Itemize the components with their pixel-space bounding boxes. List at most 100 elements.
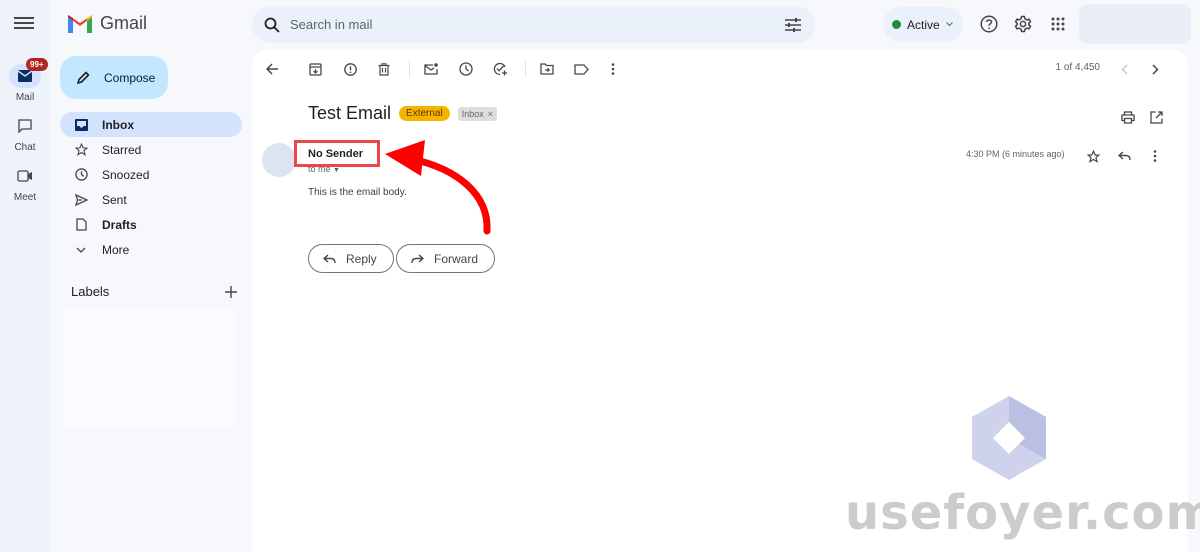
reply-button[interactable]: Reply [308,244,394,273]
folder-nav: Inbox Starred Snoozed Sent Drafts More [60,112,242,262]
sidebar: Gmail Compose Inbox Starred Snoozed Sent… [50,0,250,552]
star-icon [1086,149,1100,163]
sidebar-item-drafts[interactable]: Drafts [60,212,242,237]
unread-badge: 99+ [26,58,48,71]
draft-icon [75,218,87,231]
search-options-icon[interactable] [785,17,801,32]
star-icon [74,143,88,156]
rail-item-label: Chat [14,142,36,153]
gear-icon [1014,15,1032,33]
remove-label-icon[interactable]: × [488,109,493,119]
star-button[interactable] [1083,146,1103,166]
forward-button[interactable]: Forward [396,244,496,273]
compose-button[interactable]: Compose [60,56,168,99]
search-icon[interactable] [264,17,280,33]
app-name: Gmail [100,13,148,33]
forward-label: Forward [434,251,479,266]
watermark-logo [972,396,1046,480]
archive-icon [308,62,322,76]
reply-icon [1117,151,1131,161]
external-badge: External [399,106,450,121]
sidebar-item-label: Snoozed [102,167,150,182]
mark-unread-icon [424,63,438,75]
back-button[interactable] [260,57,284,81]
sidebar-item-more[interactable]: More [60,237,242,262]
email-subject-row: Test Email External Inbox × [308,103,498,124]
add-task-icon [493,62,507,76]
labels-header: Labels [71,284,237,299]
inbox-label-text: Inbox [461,108,484,119]
report-icon [343,62,357,76]
rail-item-chat[interactable]: Chat [0,114,50,153]
sidebar-item-label: Sent [102,192,127,207]
report-spam-button[interactable] [338,57,362,81]
sidebar-item-starred[interactable]: Starred [60,137,242,162]
chevron-left-icon [1121,64,1127,74]
clock-icon [74,168,88,181]
move-folder-icon [540,63,554,75]
rail-item-label: Mail [15,92,35,103]
sidebar-item-label: More [102,242,130,257]
labels-button[interactable] [569,57,593,81]
add-to-tasks-button[interactable] [488,57,512,81]
print-icon [1121,110,1135,124]
open-in-new-icon [1149,110,1163,124]
status-label: Active [907,17,940,32]
reply-icon [323,253,336,263]
more-vert-icon [1153,150,1157,162]
gmail-m-icon [68,14,92,33]
inbox-icon [74,118,88,131]
send-icon [74,193,88,206]
search-input[interactable] [290,17,785,32]
compose-label: Compose [104,70,156,85]
mail-icon [18,70,32,82]
recipient-text: to me [308,164,331,174]
rail-item-mail[interactable]: 99+ Mail [0,58,50,103]
email-subject: Test Email [308,103,392,123]
chevron-right-icon [1151,63,1159,75]
more-options-button[interactable] [601,57,625,81]
chevron-down-icon [76,247,86,253]
print-button[interactable] [1116,105,1140,129]
apps-button[interactable] [1048,14,1068,34]
annotation-arrow [385,140,491,235]
settings-button[interactable] [1013,14,1033,34]
inbox-label-chip[interactable]: Inbox × [457,106,498,121]
status-dot [892,20,901,29]
add-label-icon[interactable] [225,286,237,298]
open-new-window-button[interactable] [1144,105,1168,129]
app-rail: 99+ Mail Chat Meet [0,0,50,552]
delete-button[interactable] [372,57,396,81]
sidebar-item-sent[interactable]: Sent [60,187,242,212]
sender-avatar [262,143,296,177]
reply-icon-button[interactable] [1114,146,1134,166]
archive-button[interactable] [303,57,327,81]
search-bar [252,6,815,43]
clock-icon [459,62,473,76]
help-button[interactable] [979,14,999,34]
gmail-logo[interactable]: Gmail [68,13,147,34]
rail-item-label: Meet [13,192,37,203]
sidebar-item-snoozed[interactable]: Snoozed [60,162,242,187]
account-area[interactable] [1079,4,1191,44]
newer-button[interactable] [1112,57,1136,81]
chevron-down-icon [945,22,953,27]
message-more-button[interactable] [1145,146,1165,166]
snooze-button[interactable] [454,57,478,81]
main-menu-button[interactable] [14,14,34,34]
older-button[interactable] [1143,57,1167,81]
arrow-left-icon [265,63,278,75]
recipient-details[interactable]: to me ▼ [308,164,340,174]
sender-name-highlight: No Sender [294,140,380,167]
labels-heading: Labels [71,284,110,299]
rail-item-meet[interactable]: Meet [0,164,50,203]
move-to-button[interactable] [535,57,559,81]
mark-unread-button[interactable] [419,57,443,81]
pencil-icon [76,70,90,84]
sidebar-item-inbox[interactable]: Inbox [60,112,242,137]
sidebar-item-label: Drafts [102,217,137,232]
forward-icon [411,253,424,263]
labels-list [64,308,234,428]
help-icon [980,15,998,33]
status-selector[interactable]: Active [883,7,963,42]
